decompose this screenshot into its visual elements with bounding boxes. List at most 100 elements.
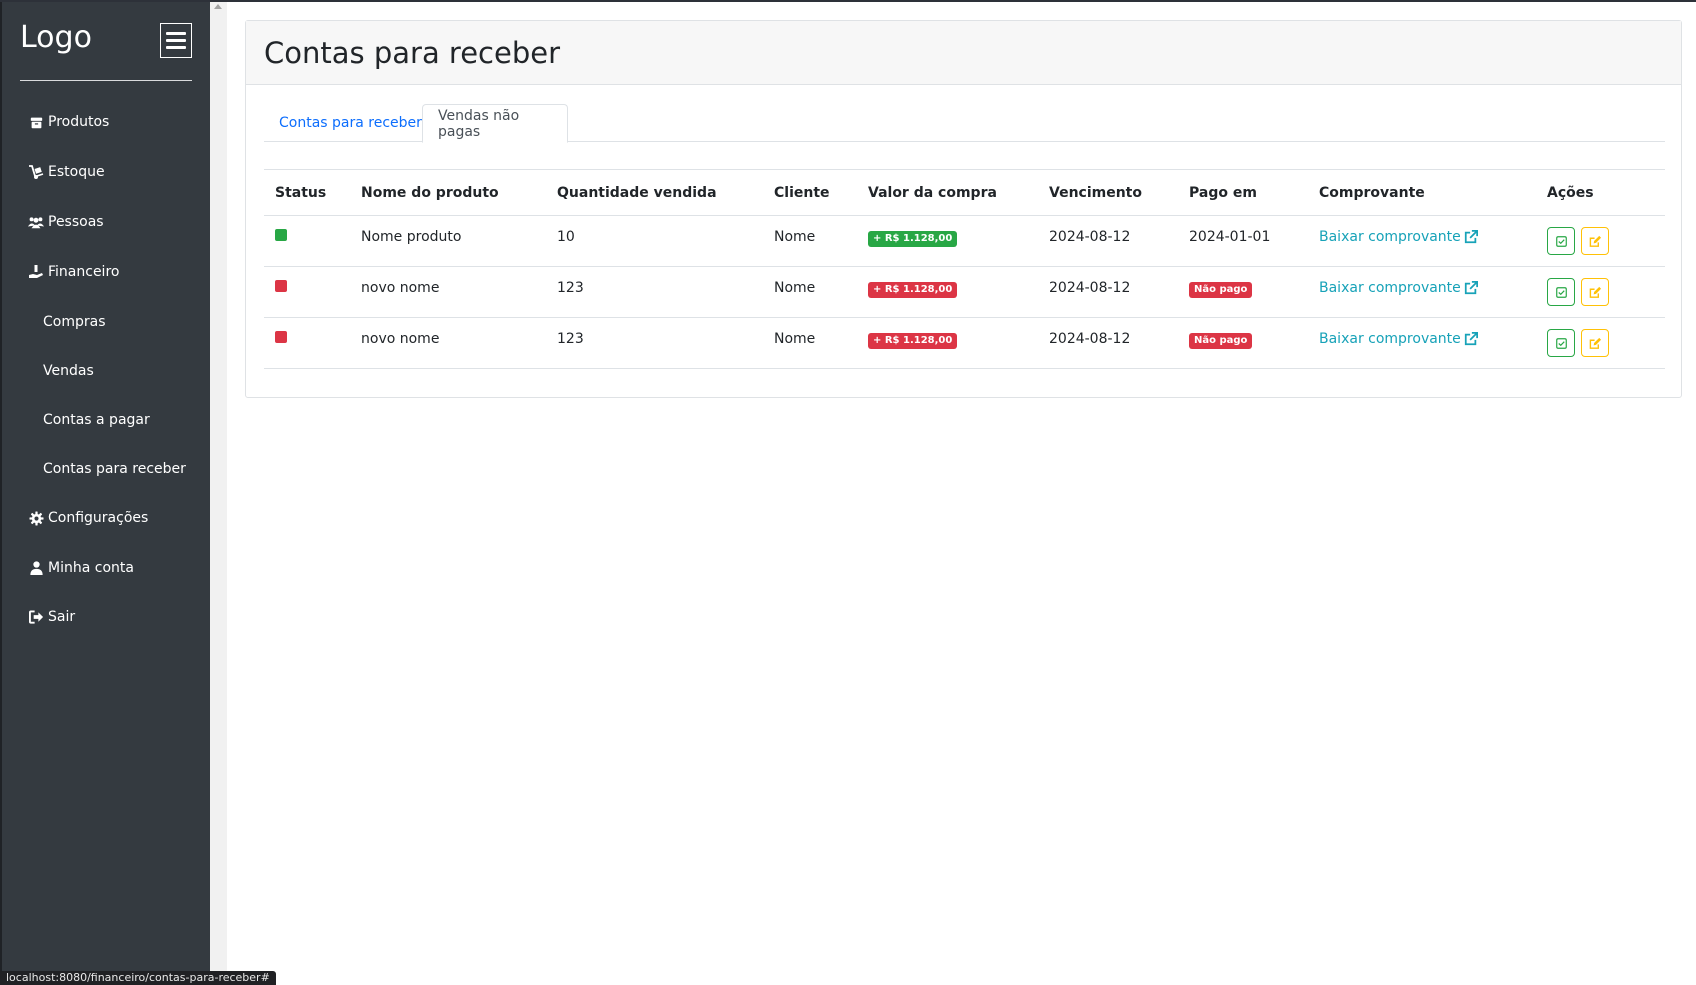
quantity-cell: 10 bbox=[546, 215, 763, 267]
sidebar-item-contas-para-receber[interactable]: Contas para receber bbox=[43, 457, 186, 481]
sidebar-item-sair[interactable]: Sair bbox=[28, 605, 75, 629]
paid-on-cell: Não pago bbox=[1178, 266, 1308, 318]
receipt-cell: Baixar comprovante bbox=[1308, 317, 1536, 369]
sidebar-item-label: Contas para receber bbox=[43, 461, 186, 477]
table-header-row: Status Nome do produto Quantidade vendid… bbox=[264, 169, 1665, 216]
hamburger-line bbox=[166, 32, 186, 35]
status-unpaid-indicator bbox=[275, 280, 287, 292]
product-cell: novo nome bbox=[350, 266, 546, 318]
box-icon bbox=[28, 114, 44, 130]
sign-out-icon bbox=[28, 609, 44, 625]
window-top-border bbox=[0, 0, 1696, 2]
receipt-link-label: Baixar comprovante bbox=[1319, 331, 1461, 347]
vertical-scrollbar[interactable] bbox=[210, 0, 227, 985]
check-square-icon bbox=[1555, 235, 1567, 247]
column-header: Ações bbox=[1536, 169, 1665, 216]
hamburger-line bbox=[166, 39, 186, 42]
sidebar-item-estoque[interactable]: Estoque bbox=[28, 160, 105, 184]
sidebar-item-label: Minha conta bbox=[48, 560, 134, 576]
sidebar-item-minha-conta[interactable]: Minha conta bbox=[28, 556, 134, 580]
sidebar: Logo Produtos Estoque Pessoas Financeiro… bbox=[0, 0, 210, 985]
sidebar-item-produtos[interactable]: Produtos bbox=[28, 110, 109, 134]
value-cell: + R$ 1.128,00 bbox=[857, 317, 1038, 369]
browser-status-url: localhost:8080/financeiro/contas-para-re… bbox=[0, 971, 276, 985]
sidebar-item-configuracoes[interactable]: Configurações bbox=[28, 506, 148, 530]
download-receipt-link[interactable]: Baixar comprovante bbox=[1319, 331, 1478, 347]
sidebar-item-label: Configurações bbox=[48, 510, 149, 526]
sidebar-item-financeiro[interactable]: Financeiro bbox=[28, 260, 119, 284]
actions-cell bbox=[1536, 317, 1665, 369]
sidebar-item-label: Produtos bbox=[48, 114, 110, 130]
receipt-link-label: Baixar comprovante bbox=[1319, 229, 1461, 245]
status-paid-indicator bbox=[275, 229, 287, 241]
sidebar-item-label: Financeiro bbox=[48, 264, 120, 280]
hamburger-line bbox=[166, 46, 186, 49]
hamburger-menu-button[interactable] bbox=[160, 23, 192, 58]
edit-icon bbox=[1589, 337, 1601, 349]
sidebar-item-label: Compras bbox=[43, 314, 106, 330]
value-badge: + R$ 1.128,00 bbox=[868, 231, 958, 247]
table-row: novo nome 123 Nome + R$ 1.128,00 2024-08… bbox=[264, 317, 1665, 369]
check-square-icon bbox=[1555, 286, 1567, 298]
sidebar-item-label: Pessoas bbox=[48, 214, 104, 230]
table-row: novo nome 123 Nome + R$ 1.128,00 2024-08… bbox=[264, 266, 1665, 318]
status-cell bbox=[264, 317, 350, 369]
tab-contas-para-receber[interactable]: Contas para receber bbox=[264, 104, 437, 142]
sidebar-divider bbox=[20, 80, 192, 81]
card-header: Contas para receber bbox=[246, 21, 1681, 85]
product-cell: novo nome bbox=[350, 317, 546, 369]
column-header: Vencimento bbox=[1038, 169, 1178, 216]
not-paid-badge: Não pago bbox=[1189, 282, 1253, 298]
external-link-icon bbox=[1464, 332, 1478, 346]
due-date-cell: 2024-08-12 bbox=[1038, 215, 1178, 267]
edit-button[interactable] bbox=[1581, 227, 1609, 255]
tab-vendas-nao-pagas[interactable]: Vendas não pagas bbox=[422, 104, 568, 143]
mark-paid-button[interactable] bbox=[1547, 278, 1575, 306]
scroll-up-arrow-icon[interactable] bbox=[214, 4, 222, 9]
value-cell: + R$ 1.128,00 bbox=[857, 215, 1038, 267]
sidebar-item-contas-a-pagar[interactable]: Contas a pagar bbox=[43, 408, 150, 432]
quantity-cell: 123 bbox=[546, 317, 763, 369]
users-icon bbox=[28, 214, 44, 230]
download-receipt-link[interactable]: Baixar comprovante bbox=[1319, 229, 1478, 245]
sidebar-item-vendas[interactable]: Vendas bbox=[43, 359, 94, 383]
mark-paid-button[interactable] bbox=[1547, 227, 1575, 255]
dolly-icon bbox=[28, 164, 44, 180]
column-header: Status bbox=[264, 169, 350, 216]
hand-holding-dollar-icon bbox=[28, 264, 44, 280]
product-cell: Nome produto bbox=[350, 215, 546, 267]
actions-cell bbox=[1536, 215, 1665, 267]
value-badge: + R$ 1.128,00 bbox=[868, 333, 958, 349]
client-cell: Nome bbox=[763, 317, 857, 369]
mark-paid-button[interactable] bbox=[1547, 329, 1575, 357]
check-square-icon bbox=[1555, 337, 1567, 349]
value-cell: + R$ 1.128,00 bbox=[857, 266, 1038, 318]
value-badge: + R$ 1.128,00 bbox=[868, 282, 958, 298]
paid-on-cell: 2024-01-01 bbox=[1178, 215, 1308, 267]
sidebar-item-pessoas[interactable]: Pessoas bbox=[28, 210, 104, 234]
download-receipt-link[interactable]: Baixar comprovante bbox=[1319, 280, 1478, 296]
column-header: Comprovante bbox=[1308, 169, 1536, 216]
actions-cell bbox=[1536, 266, 1665, 318]
not-paid-badge: Não pago bbox=[1189, 333, 1253, 349]
column-header: Cliente bbox=[763, 169, 857, 216]
edit-button[interactable] bbox=[1581, 278, 1609, 306]
receipt-cell: Baixar comprovante bbox=[1308, 215, 1536, 267]
client-cell: Nome bbox=[763, 215, 857, 267]
sidebar-item-label: Sair bbox=[48, 609, 76, 625]
status-unpaid-indicator bbox=[275, 331, 287, 343]
main-card: Contas para receber Contas para receber … bbox=[245, 20, 1682, 398]
column-header: Nome do produto bbox=[350, 169, 546, 216]
due-date-cell: 2024-08-12 bbox=[1038, 266, 1178, 318]
status-cell bbox=[264, 215, 350, 267]
column-header: Quantidade vendida bbox=[546, 169, 763, 216]
sidebar-item-compras[interactable]: Compras bbox=[43, 310, 106, 334]
edit-button[interactable] bbox=[1581, 329, 1609, 357]
sidebar-item-label: Contas a pagar bbox=[43, 412, 150, 428]
user-icon bbox=[28, 560, 44, 576]
receipt-link-label: Baixar comprovante bbox=[1319, 280, 1461, 296]
brand-logo[interactable]: Logo bbox=[20, 20, 92, 55]
receipt-cell: Baixar comprovante bbox=[1308, 266, 1536, 318]
external-link-icon bbox=[1464, 281, 1478, 295]
paid-on-cell: Não pago bbox=[1178, 317, 1308, 369]
